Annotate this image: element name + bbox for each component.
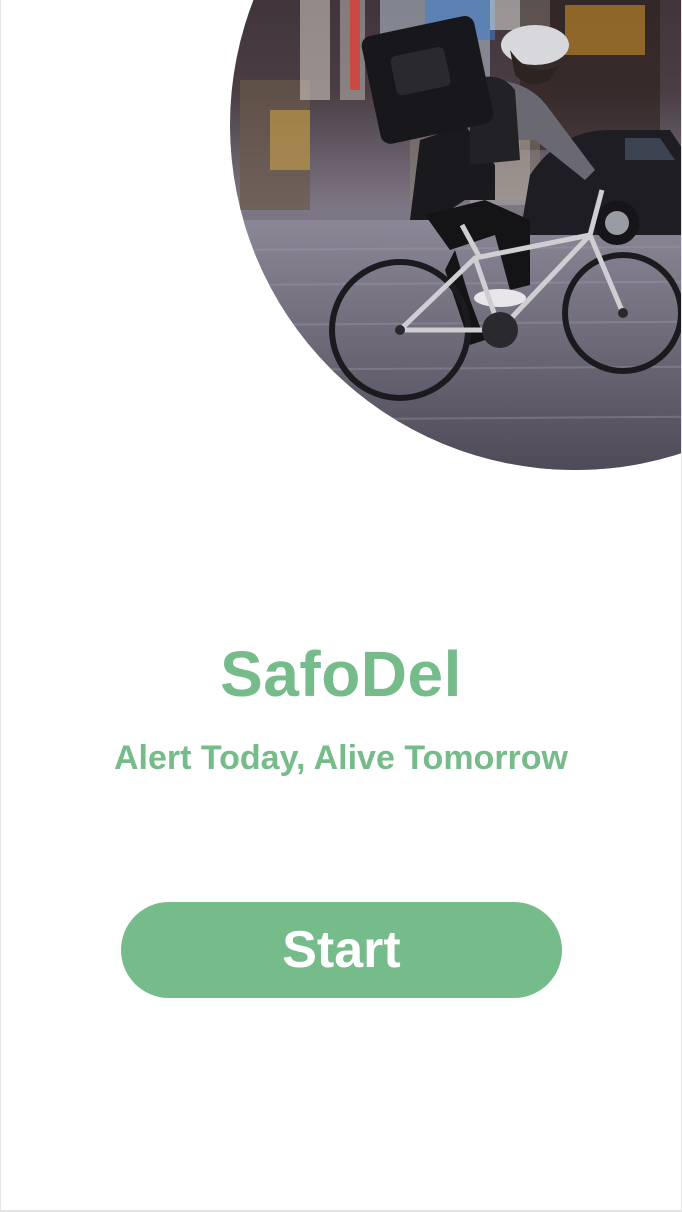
hero-image-cyclist-courier [230, 0, 681, 470]
app-tagline: Alert Today, Alive Tomorrow [113, 739, 569, 777]
welcome-screen: SafoDel Alert Today, Alive Tomorrow Star… [0, 0, 682, 1212]
start-button[interactable]: Start [121, 902, 562, 998]
app-title: SafoDel [220, 638, 462, 710]
